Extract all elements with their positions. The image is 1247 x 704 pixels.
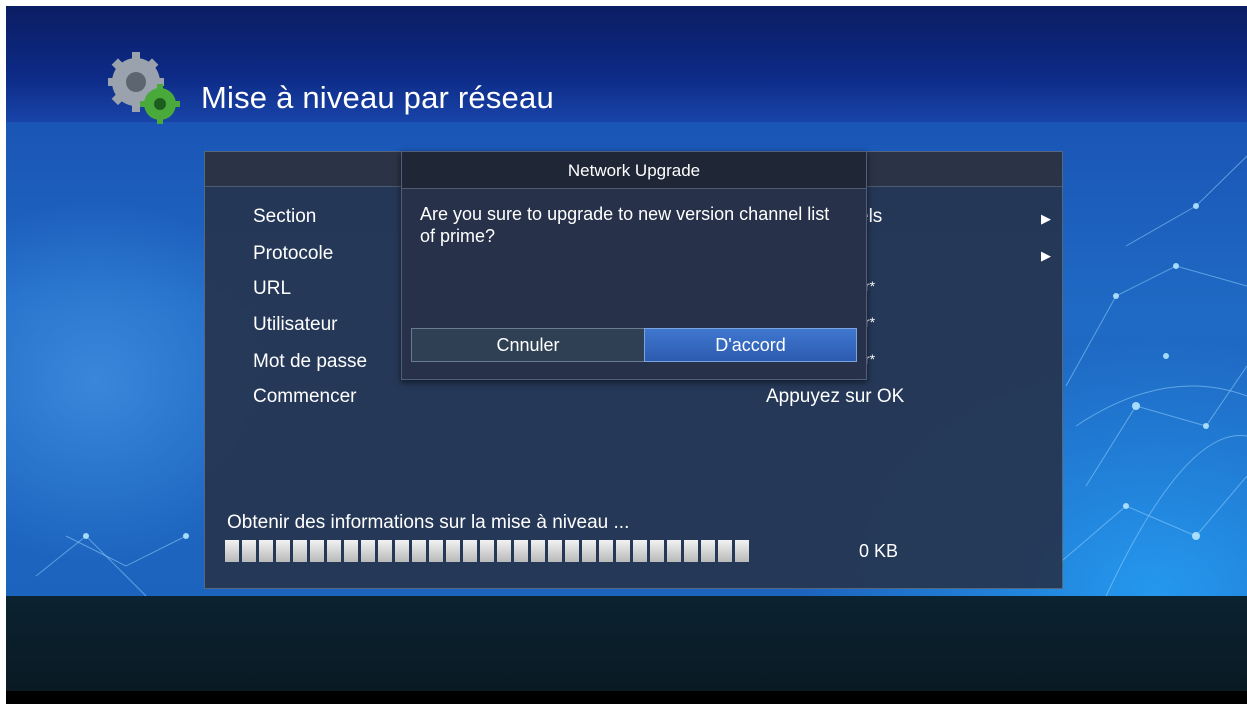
progress-segment [565,540,579,562]
progress-segment [531,540,545,562]
ok-button[interactable]: D'accord [644,328,857,362]
progress-segment [718,540,732,562]
page-title: Mise à niveau par réseau [201,80,554,115]
progress-segment [650,540,664,562]
cancel-button[interactable]: Cnnuler [411,328,645,362]
progress-bar [225,540,749,562]
tv-screen: Mise à niveau par réseau Section els ▶ P… [6,6,1247,704]
gear-icon [108,52,180,124]
dialog-title: Network Upgrade [567,161,701,180]
progress-segment [701,540,715,562]
progress-segment [514,540,528,562]
progress-segment [276,540,290,562]
progress-segment [667,540,681,562]
progress-segment [361,540,375,562]
progress-status-text: Obtenir des informations sur la mise à n… [227,512,630,533]
progress-segment [293,540,307,562]
settings-row-label[interactable]: URL [253,278,291,300]
chevron-right-icon[interactable]: ▶ [1041,212,1051,227]
progress-segment [582,540,596,562]
progress-segment [599,540,613,562]
settings-row-value: Appuyez sur OK [766,386,905,407]
progress-segment [395,540,409,562]
dialog-message: Are you sure to upgrade to new version c… [420,204,830,246]
dialog-button-row: Cnnuler D'accord [411,328,857,362]
progress-segment [242,540,256,562]
progress-segment [497,540,511,562]
progress-segment [616,540,630,562]
progress-segment [310,540,324,562]
progress-segment [480,540,494,562]
progress-segment [633,540,647,562]
settings-row-label[interactable]: Mot de passe [253,351,367,373]
settings-row-label[interactable]: Protocole [253,243,333,265]
progress-segment [378,540,392,562]
settings-row-label[interactable]: Section [253,206,316,228]
progress-segment [259,540,273,562]
chevron-right-icon[interactable]: ▶ [1041,249,1051,264]
confirm-dialog: Network Upgrade Are you sure to upgrade … [401,151,867,380]
progress-segment [327,540,341,562]
settings-row-label[interactable]: Utilisateur [253,314,337,336]
progress-segment [225,540,239,562]
progress-segment [548,540,562,562]
progress-segment [429,540,443,562]
progress-segment [344,540,358,562]
progress-segment [446,540,460,562]
progress-segment [735,540,749,562]
progress-segment [684,540,698,562]
settings-row-label[interactable]: Commencer [253,386,356,408]
progress-segment [412,540,426,562]
progress-segment [463,540,477,562]
progress-size: 0 KB [859,541,899,561]
